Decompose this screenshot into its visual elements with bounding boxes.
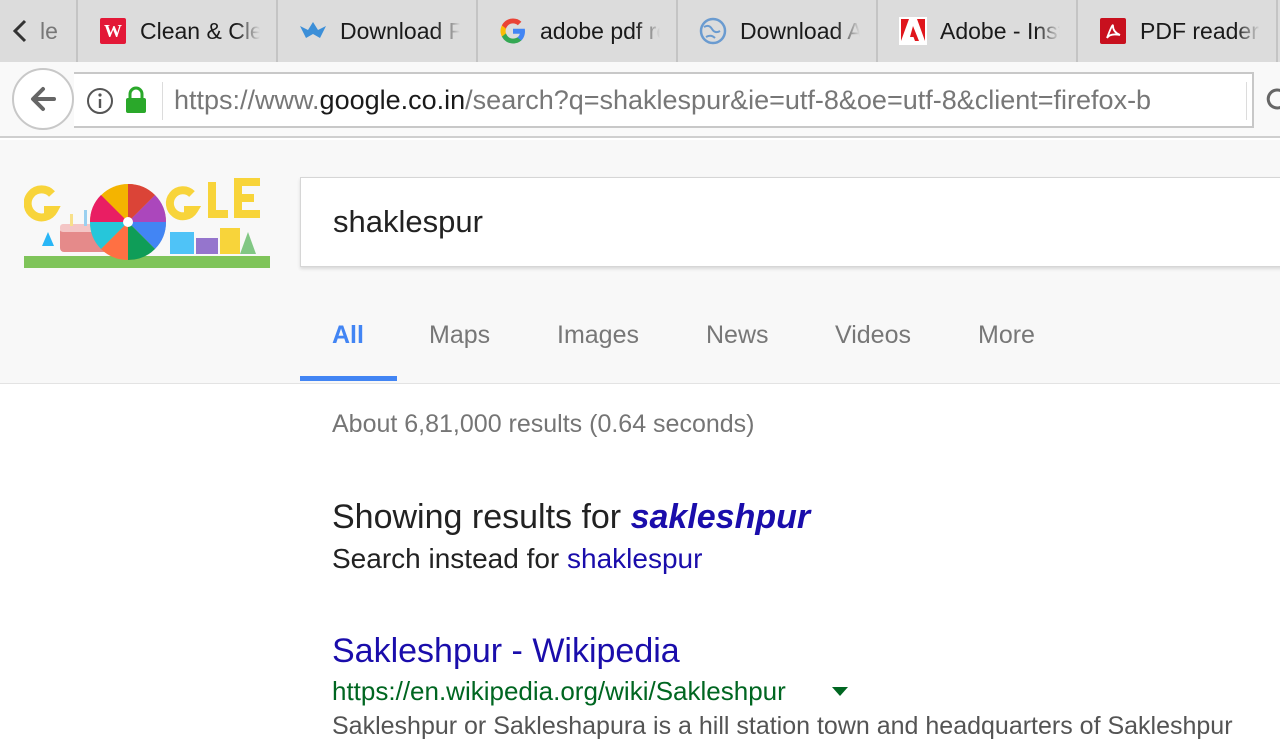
url-path: /search?q=shaklespur&ie=utf-8&oe=utf-8&c… [465, 85, 1152, 115]
tab-label: le [40, 17, 58, 44]
tab-label: Adobe - Install [940, 17, 1060, 44]
tab-pdf-reader[interactable]: PDF reader [1078, 0, 1278, 62]
tab-label: Download Adobe [740, 17, 860, 44]
url-end-separator [1246, 82, 1247, 120]
original-query-link[interactable]: shaklespur [567, 543, 702, 574]
tab-adobe-install[interactable]: Adobe - Install [878, 0, 1078, 62]
result-menu-arrow-icon[interactable] [832, 687, 848, 696]
google-doodle-logo[interactable] [23, 176, 270, 268]
url-separator [162, 82, 163, 120]
url-text[interactable]: https://www.google.co.in/search?q=shakle… [174, 74, 1198, 126]
tab-videos[interactable]: Videos [835, 312, 911, 382]
tab-news[interactable]: News [706, 312, 769, 382]
navigation-bar: https://www.google.co.in/search?q=shakle… [0, 62, 1280, 138]
search-input[interactable] [333, 178, 1233, 266]
walgreens-icon: W [98, 16, 128, 46]
result-snippet: Sakleshpur or Sakleshapura is a hill sta… [332, 712, 1233, 740]
tab-images[interactable]: Images [557, 312, 639, 382]
result-title-link[interactable]: Sakleshpur - Wikipedia [332, 632, 680, 671]
search-instead: Search instead for shaklespur [332, 543, 702, 575]
search-header: All Maps Images News Videos More [0, 140, 1280, 384]
tab-maps[interactable]: Maps [429, 312, 490, 382]
instead-prefix: Search instead for [332, 543, 568, 574]
result-stats: About 6,81,000 results (0.64 seconds) [332, 410, 755, 438]
pdf-icon [1098, 16, 1128, 46]
lock-icon[interactable] [124, 85, 148, 115]
tab-more[interactable]: More [978, 312, 1035, 382]
tab-partial[interactable]: le [20, 0, 78, 62]
reload-icon[interactable] [1262, 84, 1280, 114]
tab-all[interactable]: All [332, 312, 364, 382]
spelling-correction: Showing results for sakleshpur [332, 498, 810, 537]
globe-icon [698, 16, 728, 46]
adobe-icon [898, 16, 928, 46]
bird-icon [298, 16, 328, 46]
search-box [300, 177, 1280, 267]
showing-prefix: Showing results for [332, 498, 631, 536]
tab-adobe-pdf-reader[interactable]: adobe pdf reader [478, 0, 678, 62]
tab-strip: le W Clean & Clear Download Free adobe p… [0, 0, 1280, 62]
tab-label: Clean & Clear [140, 17, 260, 44]
url-bar[interactable]: https://www.google.co.in/search?q=shakle… [74, 72, 1254, 128]
info-icon[interactable] [86, 87, 114, 115]
corrected-query-link[interactable]: sakleshpur [631, 498, 811, 536]
tab-download-free[interactable]: Download Free [278, 0, 478, 62]
tab-label: adobe pdf reader [540, 17, 660, 44]
tab-clean-clear[interactable]: W Clean & Clear [78, 0, 278, 62]
result-url: https://en.wikipedia.org/wiki/Sakleshpur [332, 676, 786, 706]
back-arrow-icon [31, 87, 56, 111]
active-tab-indicator [300, 376, 397, 381]
url-domain: google.co.in [319, 85, 466, 115]
tab-label: PDF reader [1140, 17, 1259, 44]
back-button[interactable] [12, 68, 74, 130]
tab-label: Download Free [340, 17, 460, 44]
url-prefix: https://www. [174, 85, 320, 115]
google-icon [498, 16, 528, 46]
tab-download-adobe[interactable]: Download Adobe [678, 0, 878, 62]
svg-text:W: W [104, 21, 122, 41]
